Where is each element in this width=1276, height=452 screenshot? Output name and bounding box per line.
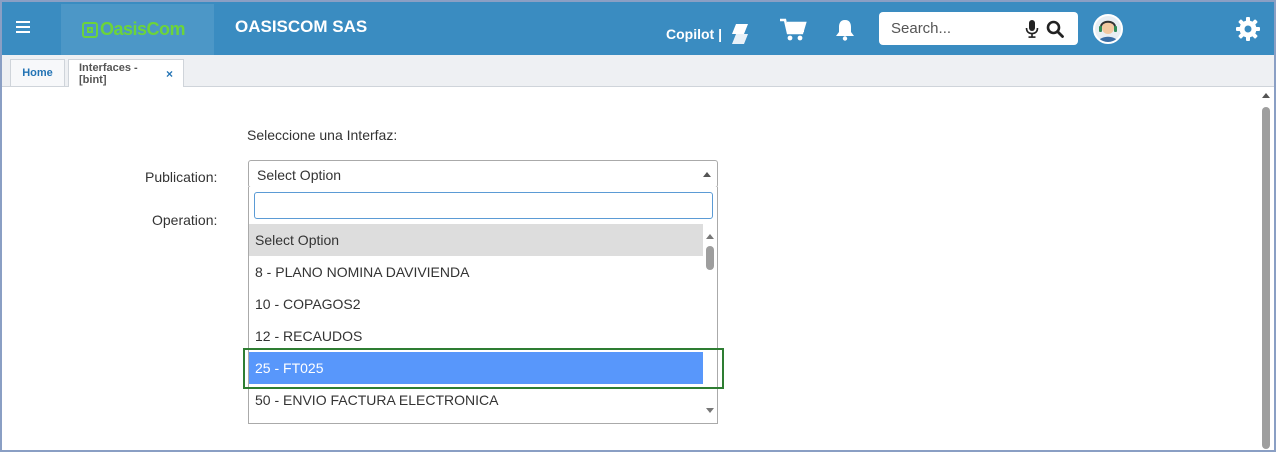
tab-home-label: Home <box>22 67 53 79</box>
tab-interfaces-label: Interfaces -[bint] <box>79 61 138 86</box>
logo[interactable]: OasisCom <box>82 19 186 40</box>
copilot-icon <box>732 24 749 44</box>
scroll-up-icon[interactable] <box>1262 93 1270 98</box>
menu-icon[interactable] <box>13 18 33 38</box>
copilot-label: Copilot | <box>666 26 723 42</box>
publication-select[interactable]: Select Option <box>248 160 718 188</box>
scroll-thumb[interactable] <box>1262 107 1270 449</box>
microphone-icon[interactable] <box>1025 20 1039 38</box>
main-content: Seleccione una Interfaz: Publication: Op… <box>6 87 1272 449</box>
gear-icon[interactable] <box>1235 16 1261 42</box>
publication-select-value: Select Option <box>257 167 342 183</box>
company-name: OASISCOM SAS <box>235 17 368 36</box>
publication-dropdown: Select Option 8 - PLANO NOMINA DAVIVIEND… <box>248 187 718 424</box>
option-item[interactable]: 50 - ENVIO FACTURA ELECTRONICA <box>249 384 703 416</box>
interface-prompt: Seleccione una Interfaz: <box>247 127 398 143</box>
page-scrollbar[interactable] <box>1260 87 1272 449</box>
scroll-down-icon[interactable] <box>706 408 714 413</box>
option-item[interactable]: 8 - PLANO NOMINA DAVIVIENDA <box>249 256 703 288</box>
dropdown-scrollbar[interactable] <box>703 224 717 422</box>
option-item[interactable]: Select Option <box>249 224 703 256</box>
logo-text: OasisCom <box>100 19 186 39</box>
search-icon[interactable] <box>1046 20 1064 38</box>
support-avatar-icon[interactable] <box>1093 14 1123 44</box>
dropdown-search-input[interactable] <box>254 192 713 219</box>
scroll-thumb[interactable] <box>706 246 714 270</box>
cart-icon[interactable] <box>779 17 807 43</box>
bell-icon[interactable] <box>835 19 855 41</box>
operation-label: Operation: <box>152 212 218 228</box>
option-item-highlighted[interactable]: 25 - FT025 <box>249 352 703 384</box>
search-input[interactable] <box>885 12 1025 45</box>
options-list: Select Option 8 - PLANO NOMINA DAVIVIEND… <box>249 224 703 422</box>
top-bar: OasisCom OASISCOM SAS Copilot | <box>2 2 1274 55</box>
copilot-button[interactable]: Copilot | <box>666 22 752 46</box>
close-icon[interactable]: × <box>166 67 173 81</box>
publication-label: Publication: <box>145 169 218 185</box>
chevron-up-icon <box>703 172 711 177</box>
tab-bar: Home Interfaces -[bint] × <box>2 55 1274 87</box>
option-item[interactable]: 12 - RECAUDOS <box>249 320 703 352</box>
search-box <box>879 12 1078 45</box>
option-item[interactable]: 10 - COPAGOS2 <box>249 288 703 320</box>
tab-home[interactable]: Home <box>10 59 65 86</box>
logo-mark-icon <box>82 21 98 38</box>
tab-interfaces[interactable]: Interfaces -[bint] × <box>68 59 184 87</box>
scroll-up-icon[interactable] <box>706 234 714 239</box>
